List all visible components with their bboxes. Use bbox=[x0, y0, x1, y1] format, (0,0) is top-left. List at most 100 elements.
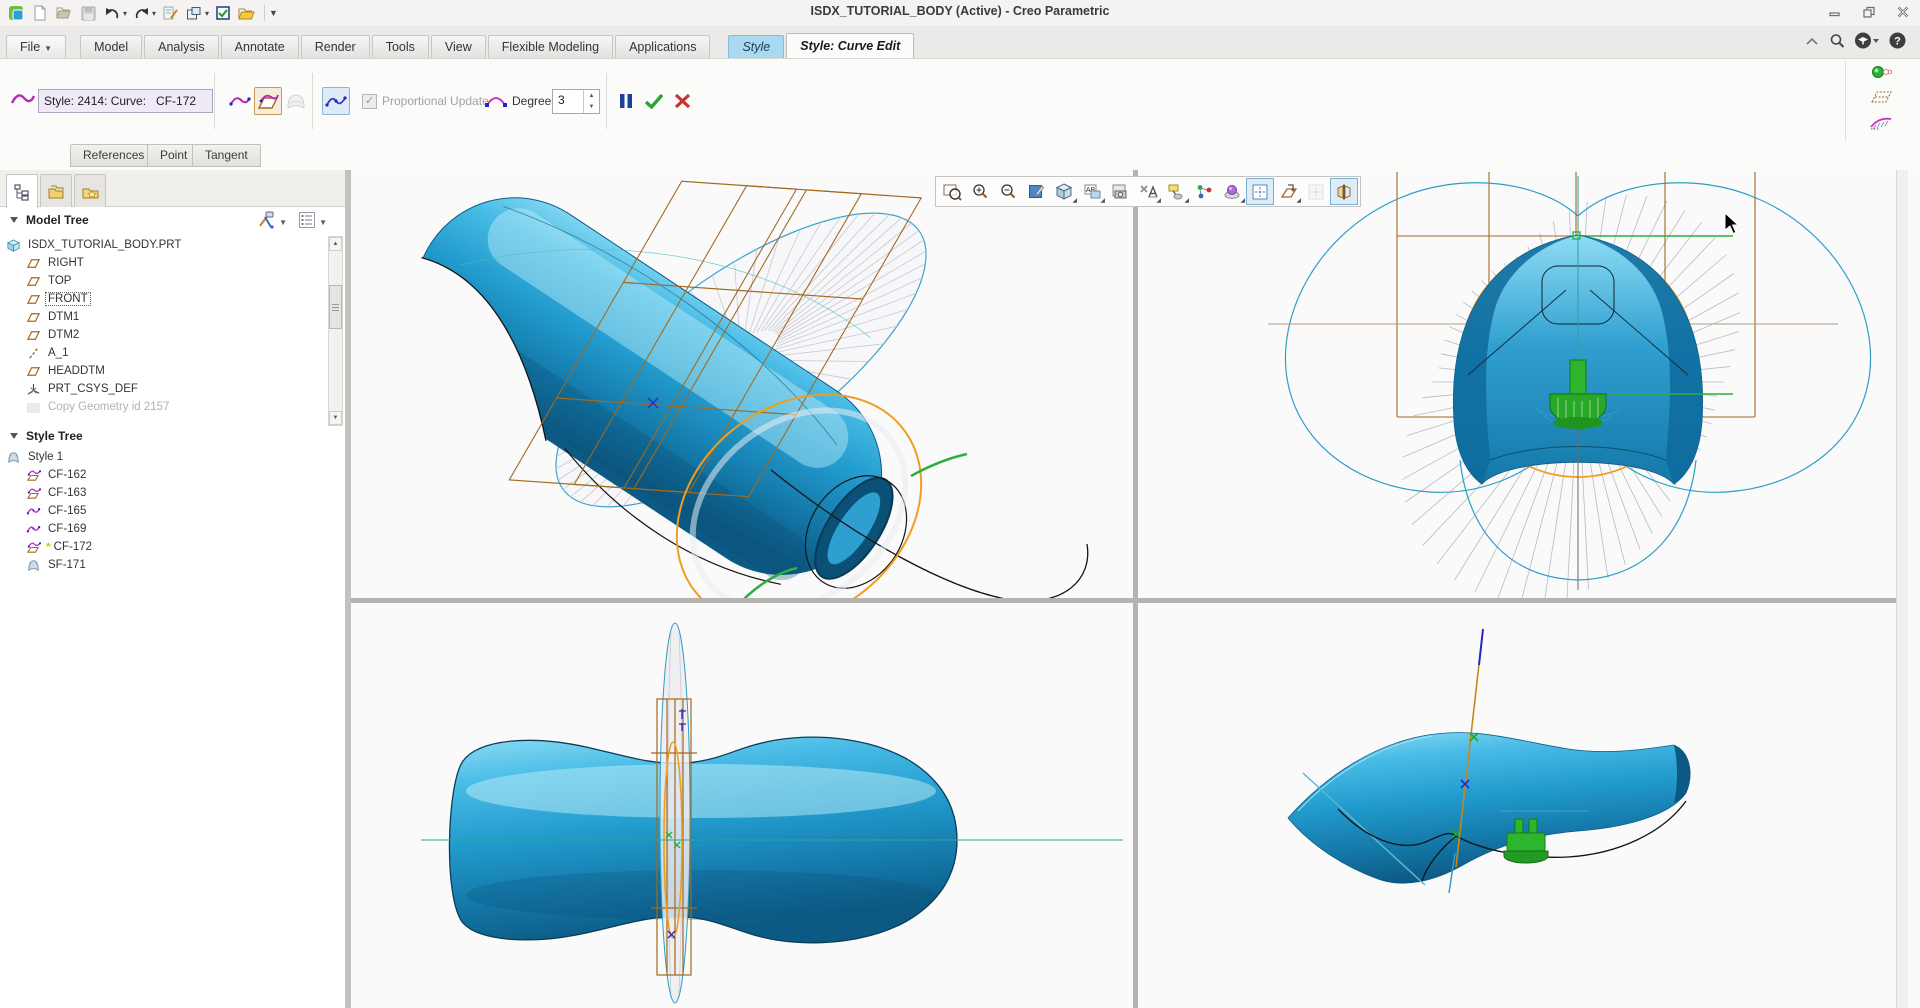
annotation-display-caret[interactable]: ◢ bbox=[1184, 199, 1189, 204]
planar-section-button[interactable]: ◢ bbox=[1274, 178, 1302, 205]
open-file-button[interactable] bbox=[54, 3, 74, 23]
minimize-button[interactable] bbox=[1826, 4, 1844, 20]
planar-section-caret[interactable]: ◢ bbox=[1296, 199, 1301, 204]
undo-caret[interactable]: ▾ bbox=[123, 9, 127, 18]
open-folder-button[interactable] bbox=[237, 3, 257, 23]
refit-button[interactable] bbox=[938, 178, 966, 205]
help-icon[interactable]: ? bbox=[1889, 32, 1906, 54]
proportional-update-checkbox[interactable]: ✓ bbox=[362, 94, 377, 109]
navtab-model-tree[interactable] bbox=[6, 174, 38, 208]
saved-views-caret[interactable]: ◢ bbox=[1100, 199, 1105, 204]
search-icon[interactable] bbox=[1829, 33, 1845, 54]
tree-item[interactable]: PRT_CSYS_DEF bbox=[0, 380, 345, 398]
tree-item[interactable]: HEADDTM bbox=[0, 362, 345, 380]
verify-button[interactable] bbox=[213, 3, 233, 23]
scroll-thumb[interactable] bbox=[329, 285, 342, 329]
tree-item[interactable]: TOP bbox=[0, 272, 345, 290]
curve-on-surface-button[interactable] bbox=[282, 87, 310, 115]
mirror-display-button[interactable] bbox=[1330, 178, 1358, 205]
tree-item[interactable]: CF-162 bbox=[0, 466, 345, 484]
tree-item[interactable]: CF-169 bbox=[0, 520, 345, 538]
tab-style-curve-edit[interactable]: Style: Curve Edit bbox=[786, 33, 914, 58]
degree-down-arrow[interactable]: ▼ bbox=[584, 102, 599, 114]
tab-tangent[interactable]: Tangent bbox=[192, 144, 261, 167]
collapse-model-tree-icon[interactable] bbox=[10, 217, 18, 223]
redo-caret[interactable]: ▾ bbox=[152, 9, 156, 18]
redo-button[interactable] bbox=[131, 3, 151, 23]
datum-display-caret[interactable]: ◢ bbox=[1156, 199, 1161, 204]
navtab-folder-browser[interactable] bbox=[40, 174, 72, 207]
saved-views-button[interactable]: AB◢ bbox=[1078, 178, 1106, 205]
tab-analysis[interactable]: Analysis bbox=[144, 35, 219, 58]
tree-item[interactable]: * CF-172 bbox=[0, 538, 345, 556]
tree-item[interactable]: CF-165 bbox=[0, 502, 345, 520]
tree-filters-icon[interactable] bbox=[298, 211, 316, 234]
plane-display-button[interactable] bbox=[1246, 178, 1274, 205]
degree-up-arrow[interactable]: ▲ bbox=[584, 90, 599, 102]
tree-item[interactable]: RIGHT bbox=[0, 254, 345, 272]
tree-settings-icon[interactable] bbox=[256, 211, 276, 234]
grid-toggle-button[interactable] bbox=[1302, 178, 1330, 205]
tab-render[interactable]: Render bbox=[301, 35, 370, 58]
tab-style[interactable]: Style bbox=[728, 35, 784, 58]
tree-settings-caret[interactable]: ▼ bbox=[279, 218, 287, 227]
edit-curve-button[interactable] bbox=[322, 87, 350, 115]
restore-button[interactable] bbox=[1860, 4, 1878, 20]
tree-item[interactable]: SF-171 bbox=[0, 556, 345, 574]
viewport-front[interactable] bbox=[1138, 170, 1908, 598]
tree-item[interactable]: Copy Geometry id 2157 bbox=[0, 398, 345, 416]
window-display-button[interactable] bbox=[184, 3, 204, 23]
display-style-caret[interactable]: ◢ bbox=[1072, 199, 1077, 204]
free-curve-button[interactable] bbox=[226, 87, 254, 115]
scroll-up-button[interactable]: ▲ bbox=[329, 237, 342, 251]
planar-curve-button[interactable] bbox=[254, 87, 282, 115]
viewport-side[interactable] bbox=[1138, 603, 1908, 1008]
tree-item[interactable]: DTM2 bbox=[0, 326, 345, 344]
tab-view[interactable]: View bbox=[431, 35, 486, 58]
view-manager-button[interactable] bbox=[1106, 178, 1134, 205]
regenerate-button[interactable] bbox=[160, 3, 180, 23]
accept-button[interactable] bbox=[640, 87, 668, 115]
viewport-divider-horizontal[interactable] bbox=[351, 598, 1908, 603]
pause-button[interactable] bbox=[612, 87, 640, 115]
model-tree-scrollbar[interactable]: ▲ ▼ bbox=[328, 236, 343, 426]
new-file-button[interactable] bbox=[30, 3, 50, 23]
zoom-out-button[interactable] bbox=[994, 178, 1022, 205]
scroll-down-button[interactable]: ▼ bbox=[329, 411, 342, 425]
viewport-3d[interactable] bbox=[351, 170, 1133, 598]
collapse-style-tree-icon[interactable] bbox=[10, 433, 18, 439]
perspective-toggle-icon[interactable] bbox=[1870, 65, 1892, 84]
mouse-body-side[interactable] bbox=[1288, 733, 1690, 884]
creo-app-icon[interactable] bbox=[6, 3, 26, 23]
repaint-button[interactable] bbox=[1022, 178, 1050, 205]
display-style-button[interactable]: ◢ bbox=[1050, 178, 1078, 205]
tab-references[interactable]: References bbox=[70, 144, 157, 167]
curvature-analysis-icon[interactable] bbox=[1869, 115, 1893, 136]
tab-applications[interactable]: Applications bbox=[615, 35, 710, 58]
tree-item[interactable]: DTM1 bbox=[0, 308, 345, 326]
tab-tools[interactable]: Tools bbox=[372, 35, 429, 58]
cancel-button[interactable] bbox=[668, 87, 696, 115]
tree-item[interactable]: ISDX_TUTORIAL_BODY.PRT bbox=[0, 236, 345, 254]
annotation-display-button[interactable]: ◢ bbox=[1162, 178, 1190, 205]
3d-dragger-caret[interactable]: ◢ bbox=[1240, 199, 1245, 204]
window-display-caret[interactable]: ▾ bbox=[205, 9, 209, 18]
grid-display-icon[interactable] bbox=[1869, 90, 1893, 109]
viewport-top[interactable] bbox=[351, 603, 1133, 1008]
undo-button[interactable] bbox=[102, 3, 122, 23]
tree-filters-caret[interactable]: ▼ bbox=[319, 218, 327, 227]
degree-spinner[interactable]: 3 ▲▼ bbox=[552, 89, 600, 114]
curve-id-field[interactable]: Style: 2414: Curve: CF-172 bbox=[38, 89, 213, 113]
datum-display-button[interactable]: ◢ bbox=[1134, 178, 1162, 205]
spin-center-button[interactable] bbox=[1190, 178, 1218, 205]
tree-item[interactable]: FRONT bbox=[0, 290, 345, 308]
tab-model[interactable]: Model bbox=[80, 35, 142, 58]
navtab-favorites[interactable] bbox=[74, 174, 106, 207]
zoom-in-button[interactable] bbox=[966, 178, 994, 205]
tree-item[interactable]: CF-163 bbox=[0, 484, 345, 502]
tab-file[interactable]: File▼ bbox=[6, 35, 66, 58]
customize-toolbar-caret[interactable]: ▼ bbox=[269, 8, 278, 18]
tree-item[interactable]: Style 1 bbox=[0, 448, 345, 466]
tab-annotate[interactable]: Annotate bbox=[221, 35, 299, 58]
collapse-ribbon-icon[interactable] bbox=[1805, 34, 1819, 52]
